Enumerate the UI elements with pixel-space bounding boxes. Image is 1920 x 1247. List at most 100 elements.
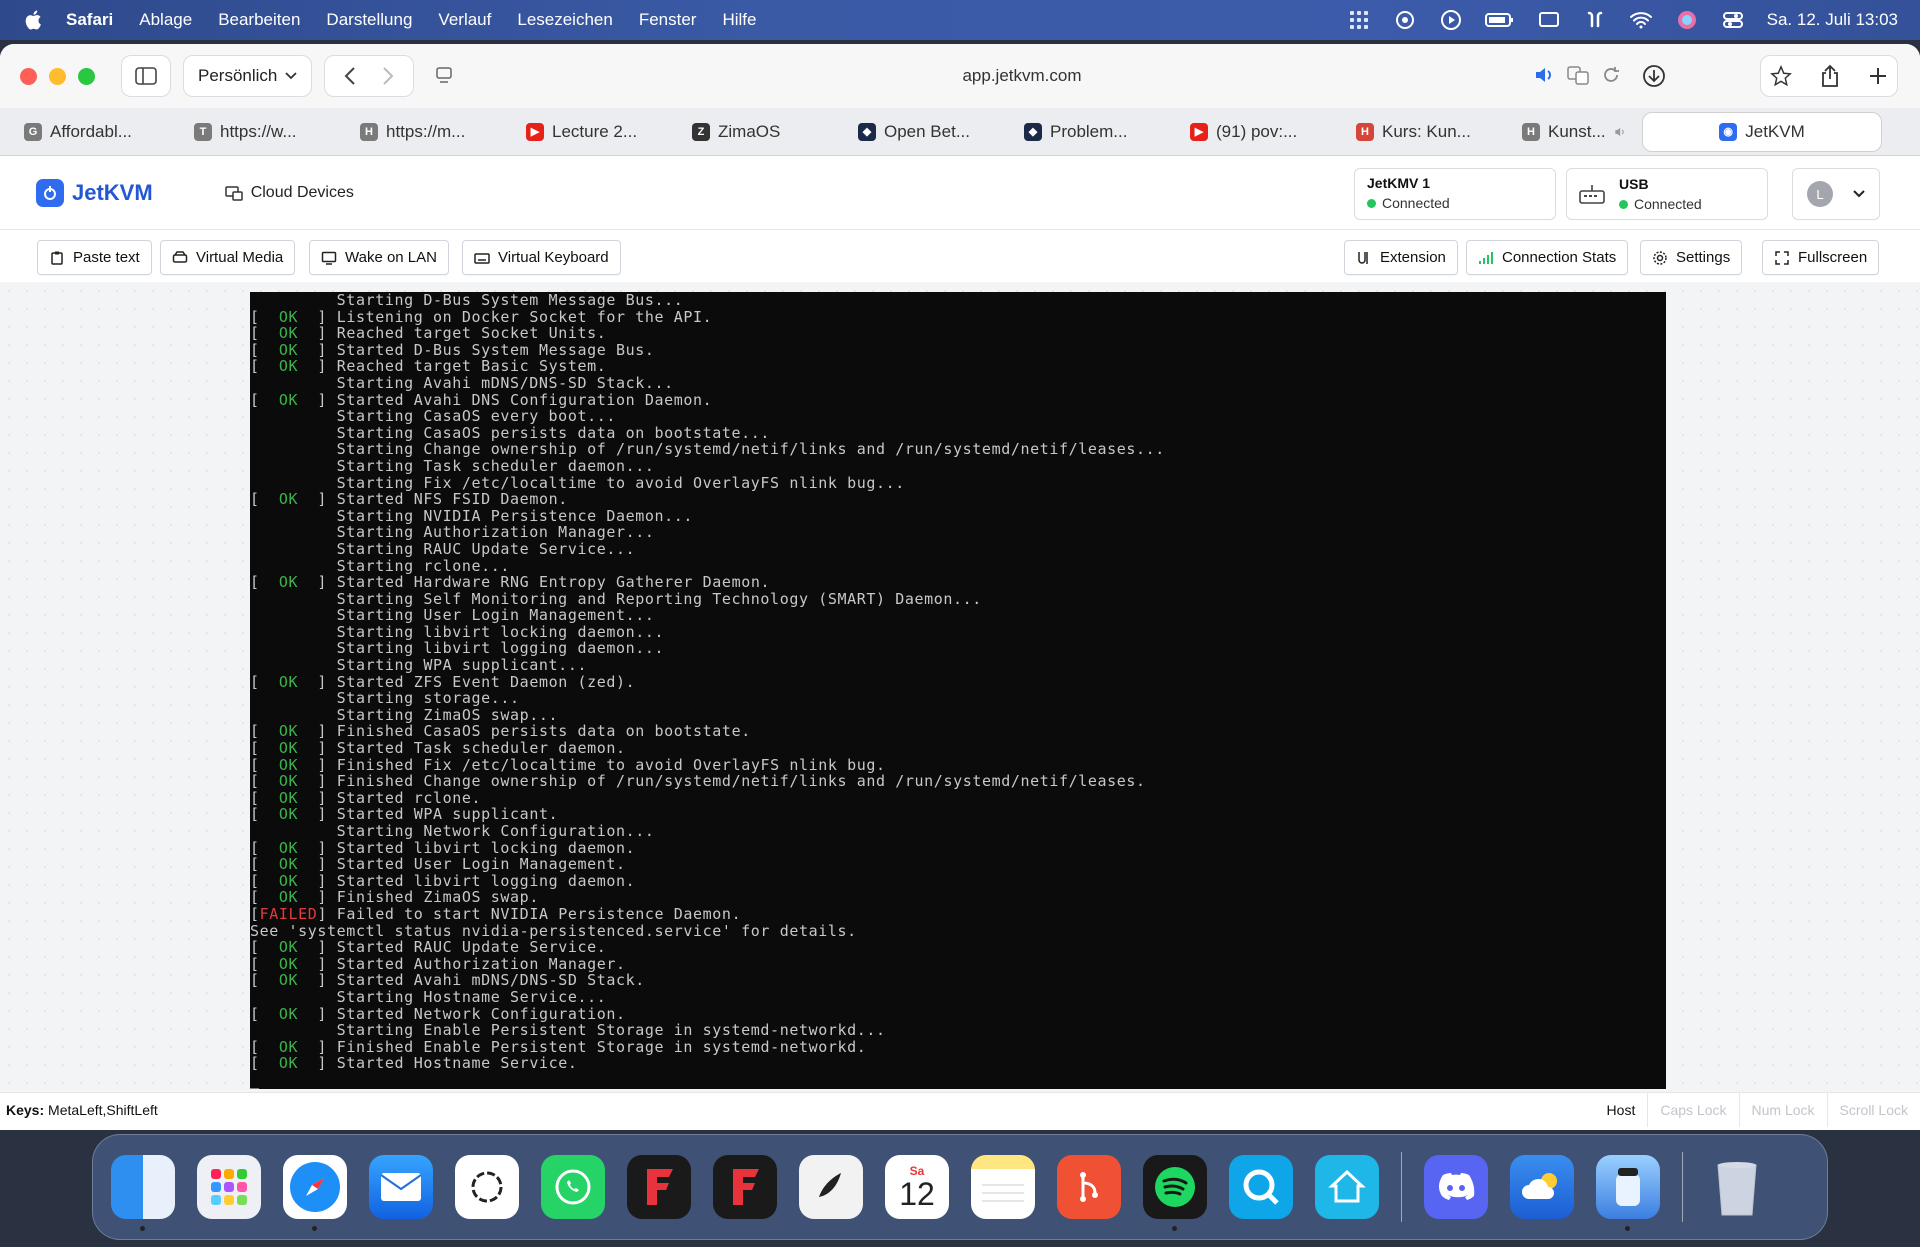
audio-playing-icon[interactable] bbox=[1532, 63, 1556, 87]
back-icon[interactable] bbox=[344, 66, 356, 86]
menu-ablage[interactable]: Ablage bbox=[139, 10, 192, 30]
user-menu[interactable]: L bbox=[1792, 168, 1880, 220]
tab-open-bet[interactable]: ◆ Open Bet... bbox=[844, 112, 1008, 152]
dock-whatsapp-icon[interactable] bbox=[541, 1155, 605, 1219]
console-text: Started User Login Management. bbox=[336, 855, 626, 874]
dock-spotify-icon[interactable] bbox=[1143, 1155, 1207, 1231]
menu-darstellung[interactable]: Darstellung bbox=[326, 10, 412, 30]
dock-launchpad-icon[interactable] bbox=[197, 1155, 261, 1219]
address-bar[interactable]: app.jetkvm.com bbox=[422, 55, 1622, 97]
tab-zimaos[interactable]: Z ZimaOS bbox=[678, 112, 842, 152]
apple-menu-icon[interactable] bbox=[22, 8, 46, 32]
console-text: Starting Fix /etc/localtime to avoid Ove… bbox=[250, 473, 905, 492]
tab-lecture[interactable]: ▶ Lecture 2... bbox=[512, 112, 676, 152]
dock-bird-app-icon[interactable] bbox=[799, 1155, 863, 1219]
jetkvm-logo[interactable]: JetKVM bbox=[36, 178, 153, 207]
control-center-icon[interactable] bbox=[1721, 8, 1745, 32]
profile-button[interactable]: Persönlich bbox=[183, 55, 313, 97]
headphones-status-icon[interactable] bbox=[1393, 8, 1417, 32]
close-window-button[interactable] bbox=[20, 67, 37, 85]
tab-label: Problem... bbox=[1050, 121, 1128, 141]
speaker-icon[interactable] bbox=[1614, 124, 1626, 140]
zoom-window-button[interactable] bbox=[78, 67, 95, 85]
play-status-icon[interactable] bbox=[1439, 8, 1463, 32]
ok-status: OK bbox=[278, 1037, 299, 1056]
console-line: [ OK ] Reached target Socket Units. bbox=[250, 324, 607, 343]
url-text[interactable]: app.jetkvm.com bbox=[962, 66, 1081, 86]
fullscreen-button[interactable]: Fullscreen bbox=[1762, 240, 1880, 275]
bookmark-star-icon[interactable] bbox=[1770, 65, 1792, 87]
cloud-devices-link[interactable]: Cloud Devices bbox=[224, 184, 354, 202]
share-icon[interactable] bbox=[1820, 64, 1840, 88]
dock-search-app-icon[interactable] bbox=[1229, 1155, 1293, 1219]
sidebar-toggle-button[interactable] bbox=[121, 55, 171, 97]
console-line: [ OK ] Started Task scheduler daemon. bbox=[250, 739, 626, 758]
dock-jar-app-icon[interactable] bbox=[1596, 1155, 1660, 1231]
dock-trash-icon[interactable] bbox=[1705, 1155, 1769, 1219]
dock-git-icon[interactable] bbox=[1057, 1155, 1121, 1219]
console-text: Finished Change ownership of /run/system… bbox=[336, 772, 1146, 791]
minimize-window-button[interactable] bbox=[49, 67, 66, 85]
remote-console-screen[interactable]: Starting D-Bus System Message Bus...[ OK… bbox=[250, 292, 1666, 1089]
tab-label: Affordabl... bbox=[50, 121, 132, 141]
downloads-button[interactable] bbox=[1632, 55, 1676, 97]
tab-pov[interactable]: ▶ (91) pov:... bbox=[1176, 112, 1340, 152]
console-text: Starting User Login Management... bbox=[250, 606, 655, 625]
battery-icon[interactable] bbox=[1484, 8, 1515, 32]
dock-fantastical-2-icon[interactable] bbox=[713, 1155, 777, 1219]
dock-mail-icon[interactable] bbox=[369, 1155, 433, 1219]
dock-calendar-icon[interactable]: Sa 12 bbox=[885, 1155, 949, 1219]
ok-status: OK bbox=[278, 888, 299, 907]
ok-status: OK bbox=[278, 838, 299, 857]
safari-window: Persönlich app.jetkvm.com G Affordabl... bbox=[0, 44, 1920, 1130]
tab-kunst[interactable]: H Kunst... bbox=[1508, 112, 1640, 152]
reload-icon[interactable] bbox=[1600, 63, 1622, 87]
dock-homeassistant-icon[interactable] bbox=[1315, 1155, 1379, 1219]
wake-on-lan-button[interactable]: Wake on LAN bbox=[309, 240, 449, 275]
forward-icon[interactable] bbox=[382, 66, 394, 86]
ok-status: OK bbox=[278, 855, 299, 874]
tab-jetkvm[interactable]: ◉ JetKVM bbox=[1642, 111, 1882, 152]
dock-chatgpt-icon[interactable] bbox=[455, 1155, 519, 1219]
paste-text-label: Paste text bbox=[73, 249, 140, 266]
siri-icon[interactable] bbox=[1675, 8, 1699, 32]
tab-problem[interactable]: ◆ Problem... bbox=[1010, 112, 1174, 152]
dock-notes-icon[interactable] bbox=[971, 1155, 1035, 1219]
extension-button[interactable]: Extension bbox=[1344, 240, 1458, 275]
menu-lesezeichen[interactable]: Lesezeichen bbox=[517, 10, 612, 30]
wifi-icon[interactable] bbox=[1629, 8, 1653, 32]
tab-https-m[interactable]: Hhttps://m... bbox=[346, 112, 510, 152]
console-text: Starting Avahi mDNS/DNS-SD Stack... bbox=[250, 373, 674, 392]
menu-bearbeiten[interactable]: Bearbeiten bbox=[218, 10, 300, 30]
tab-kurs[interactable]: H Kurs: Kun... bbox=[1342, 112, 1506, 152]
menu-verlauf[interactable]: Verlauf bbox=[438, 10, 491, 30]
grid-icon[interactable] bbox=[1347, 8, 1371, 32]
dock: Sa 12 bbox=[92, 1134, 1828, 1240]
dock-weather-icon[interactable] bbox=[1510, 1155, 1574, 1219]
new-tab-icon[interactable] bbox=[1868, 66, 1888, 86]
menu-hilfe[interactable]: Hilfe bbox=[722, 10, 756, 30]
virtual-media-button[interactable]: Virtual Media bbox=[160, 240, 296, 275]
settings-button[interactable]: Settings bbox=[1640, 240, 1743, 275]
dock-fantastical-icon[interactable] bbox=[627, 1155, 691, 1219]
menu-clock[interactable]: Sa. 12. Juli 13:03 bbox=[1767, 10, 1898, 30]
console-line: Starting Fix /etc/localtime to avoid Ove… bbox=[250, 473, 1666, 492]
menu-app-name[interactable]: Safari bbox=[66, 10, 113, 30]
menu-fenster[interactable]: Fenster bbox=[639, 10, 697, 30]
dock-safari-icon[interactable] bbox=[283, 1155, 347, 1231]
page-menu-icon[interactable] bbox=[434, 65, 454, 85]
paste-text-button[interactable]: Paste text bbox=[37, 240, 152, 275]
connection-stats-button[interactable]: Connection Stats bbox=[1466, 240, 1629, 275]
translate-icon[interactable] bbox=[1566, 63, 1590, 87]
dock-discord-icon[interactable] bbox=[1424, 1155, 1488, 1219]
console-line: [ OK ] Started libvirt locking daemon. bbox=[250, 838, 636, 857]
console-line: [ OK ] Started Hardware RNG Entropy Gath… bbox=[250, 573, 771, 592]
usb-status: Connected bbox=[1634, 196, 1702, 212]
tab-https-w[interactable]: Thttps://w... bbox=[180, 112, 344, 152]
virtual-keyboard-button[interactable]: Virtual Keyboard bbox=[462, 240, 621, 275]
profile-label: Persönlich bbox=[198, 66, 278, 85]
display-icon[interactable] bbox=[1537, 8, 1561, 32]
tab-affordable[interactable]: G Affordabl... bbox=[10, 112, 178, 152]
dock-finder-icon[interactable] bbox=[111, 1155, 175, 1231]
airpods-icon[interactable] bbox=[1583, 8, 1607, 32]
